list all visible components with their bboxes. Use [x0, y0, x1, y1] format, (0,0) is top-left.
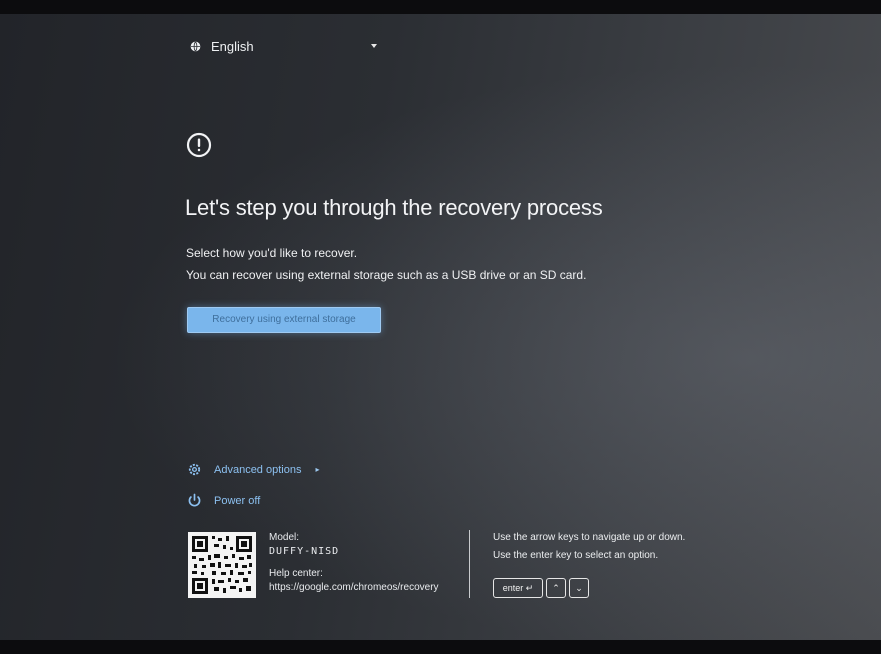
monitor-bezel-top [0, 0, 881, 14]
model-value: DUFFY-NISD [269, 546, 340, 557]
power-off-button[interactable]: Power off [187, 493, 260, 508]
advanced-options-label: Advanced options [214, 463, 302, 476]
page-title: Let's step you through the recovery proc… [185, 195, 603, 220]
help-line-1: Use the arrow keys to navigate up or dow… [493, 532, 686, 543]
arrow-up-key-icon: ⌃ [546, 578, 566, 598]
key-hints: enter ↵ ⌃ ⌄ [493, 578, 589, 598]
advanced-options-button[interactable]: Advanced options ▸ [187, 462, 319, 477]
arrow-down-key-icon: ⌄ [569, 578, 589, 598]
recovery-screen: English Let's step you through the recov… [0, 12, 881, 642]
instruction-line-1: Select how you'd like to recover. [186, 246, 358, 260]
model-label: Model: [269, 532, 300, 543]
gear-icon [188, 463, 201, 476]
globe-icon [190, 41, 201, 52]
monitor-bezel-bottom [0, 640, 881, 654]
power-icon [188, 493, 201, 507]
enter-key-icon: enter ↵ [493, 578, 543, 598]
keyboard-help: Use the arrow keys to navigate up or dow… [493, 529, 685, 565]
recover-external-storage-button[interactable]: Recovery using external storage [187, 307, 381, 333]
dropdown-caret-icon[interactable] [371, 44, 377, 48]
device-info: Model: DUFFY-NISD Help center: https://g… [269, 531, 439, 595]
instruction-line-2: You can recover using external storage s… [186, 268, 587, 282]
qr-code [188, 532, 256, 598]
chevron-right-icon: ▸ [315, 465, 320, 474]
divider [469, 530, 470, 598]
help-center-label: Help center: [269, 568, 323, 579]
language-label: English [211, 39, 254, 54]
power-off-label: Power off [214, 494, 261, 507]
language-selector[interactable]: English [190, 39, 254, 54]
instructions: Select how you'd like to recover. You ca… [186, 242, 586, 286]
help-line-2: Use the enter key to select an option. [493, 550, 659, 561]
alert-circle-icon [186, 132, 212, 158]
help-center-url: https://google.com/chromeos/recovery [269, 582, 439, 593]
